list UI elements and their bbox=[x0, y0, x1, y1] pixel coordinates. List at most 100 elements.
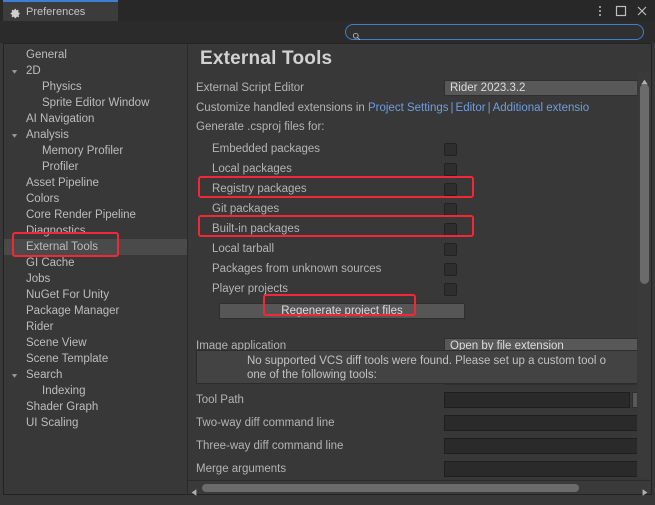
sidebar-item-physics[interactable]: Physics bbox=[4, 79, 187, 95]
tab-label: Preferences bbox=[26, 5, 86, 18]
sidebar-item-scene-view[interactable]: Scene View bbox=[4, 335, 187, 351]
sidebar-item-core-render-pipeline[interactable]: Core Render Pipeline bbox=[4, 207, 187, 223]
close-icon[interactable] bbox=[633, 2, 651, 20]
regenerate-project-files-button[interactable]: Regenerate project files bbox=[219, 303, 465, 319]
vcs-help-line2: one of the following tools: bbox=[247, 369, 377, 381]
merge-arguments-input[interactable] bbox=[444, 461, 637, 477]
settings-sidebar[interactable]: General 2D Physics Sprite Editor Window … bbox=[4, 44, 188, 494]
sidebar-item-indexing[interactable]: Indexing bbox=[4, 383, 187, 399]
main-vertical-scrollbar[interactable] bbox=[638, 72, 651, 478]
external-script-editor-dropdown[interactable]: Rider 2023.3.2 bbox=[444, 80, 637, 96]
sidebar-item-label: Jobs bbox=[26, 273, 51, 285]
merge-arguments-label: Merge arguments bbox=[196, 463, 287, 475]
sidebar-item-label: Diagnostics bbox=[26, 225, 86, 237]
row-player-projects[interactable]: Player projects bbox=[188, 280, 637, 298]
link-additional-extensions[interactable]: Additional extensio bbox=[493, 102, 590, 114]
sidebar-item-shader-graph[interactable]: Shader Graph bbox=[4, 399, 187, 415]
embedded-packages-label: Embedded packages bbox=[212, 143, 321, 155]
sidebar-item-nuget-for-unity[interactable]: NuGet For Unity bbox=[4, 287, 187, 303]
sidebar-item-analysis[interactable]: Analysis bbox=[4, 127, 187, 143]
sidebar-item-jobs[interactable]: Jobs bbox=[4, 271, 187, 287]
sidebar-item-ui-scaling[interactable]: UI Scaling bbox=[4, 415, 187, 431]
sidebar-item-label: Memory Profiler bbox=[42, 145, 124, 157]
chevron-down-icon[interactable] bbox=[10, 131, 19, 140]
chevron-down-icon[interactable] bbox=[10, 67, 19, 76]
link-editor[interactable]: Editor bbox=[456, 102, 486, 114]
scroll-right-arrow-icon[interactable] bbox=[641, 484, 649, 496]
main-horizontal-scrollbar[interactable] bbox=[188, 480, 651, 496]
sidebar-item-search[interactable]: Search bbox=[4, 367, 187, 383]
sidebar-item-diagnostics[interactable]: Diagnostics bbox=[4, 223, 187, 239]
external-script-editor-label: External Script Editor bbox=[196, 82, 305, 94]
embedded-packages-checkbox[interactable] bbox=[444, 142, 457, 156]
unknown-sources-checkbox[interactable] bbox=[444, 262, 457, 276]
sidebar-item-colors[interactable]: Colors bbox=[4, 191, 187, 207]
sidebar-item-general[interactable]: General bbox=[4, 47, 187, 63]
row-customize-extensions: Customize handled extensions in Project … bbox=[188, 99, 637, 117]
sidebar-item-memory-profiler[interactable]: Memory Profiler bbox=[4, 143, 187, 159]
sidebar-item-label: Scene Template bbox=[26, 353, 109, 365]
scroll-up-arrow-icon[interactable] bbox=[640, 73, 649, 85]
maximize-icon[interactable] bbox=[612, 2, 630, 20]
search-input[interactable] bbox=[365, 26, 630, 38]
row-three-way-diff: Three-way diff command line bbox=[188, 437, 637, 455]
local-tarball-label: Local tarball bbox=[212, 243, 275, 255]
preferences-window: Preferences General 2D Physics Sprite Ed… bbox=[0, 0, 655, 505]
row-registry-packages[interactable]: Registry packages bbox=[188, 180, 637, 198]
sidebar-item-ai-navigation[interactable]: AI Navigation bbox=[4, 111, 187, 127]
search-field[interactable] bbox=[345, 24, 644, 40]
row-local-packages[interactable]: Local packages bbox=[188, 160, 637, 178]
row-two-way-diff: Two-way diff command line bbox=[188, 414, 637, 432]
sidebar-item-label: Colors bbox=[26, 193, 60, 205]
local-packages-label: Local packages bbox=[212, 163, 292, 175]
kebab-menu-icon[interactable] bbox=[591, 2, 609, 20]
sidebar-item-external-tools[interactable]: External Tools bbox=[4, 239, 187, 255]
sidebar-item-label: Analysis bbox=[26, 129, 69, 141]
vcs-help-line1: No supported VCS diff tools were found. … bbox=[247, 355, 607, 367]
search-icon bbox=[352, 28, 361, 40]
row-builtin-packages[interactable]: Built-in packages bbox=[188, 220, 637, 238]
sidebar-item-rider[interactable]: Rider bbox=[4, 319, 187, 335]
row-unknown-sources[interactable]: Packages from unknown sources bbox=[188, 260, 637, 278]
two-way-diff-input[interactable] bbox=[444, 415, 637, 431]
three-way-diff-input[interactable] bbox=[444, 438, 637, 454]
scroll-left-arrow-icon[interactable] bbox=[190, 484, 198, 496]
gear-icon bbox=[10, 6, 21, 19]
sidebar-item-profiler[interactable]: Profiler bbox=[4, 159, 187, 175]
regenerate-project-files-label: Regenerate project files bbox=[281, 305, 403, 317]
row-git-packages[interactable]: Git packages bbox=[188, 200, 637, 218]
registry-packages-checkbox[interactable] bbox=[444, 182, 457, 196]
local-packages-checkbox[interactable] bbox=[444, 162, 457, 176]
tab-preferences[interactable]: Preferences bbox=[3, 0, 118, 21]
sidebar-item-label: UI Scaling bbox=[26, 417, 79, 429]
row-csproj-header: Generate .csproj files for: bbox=[188, 118, 637, 136]
vertical-scroll-thumb[interactable] bbox=[640, 84, 649, 284]
sidebar-item-2d[interactable]: 2D bbox=[4, 63, 187, 79]
builtin-packages-label: Built-in packages bbox=[212, 223, 300, 235]
two-way-diff-label: Two-way diff command line bbox=[196, 417, 335, 429]
local-tarball-checkbox[interactable] bbox=[444, 242, 457, 256]
link-project-settings[interactable]: Project Settings bbox=[368, 102, 449, 114]
horizontal-scroll-thumb[interactable] bbox=[202, 484, 579, 492]
sidebar-item-scene-template[interactable]: Scene Template bbox=[4, 351, 187, 367]
player-projects-checkbox[interactable] bbox=[444, 282, 457, 296]
sidebar-item-gi-cache[interactable]: GI Cache bbox=[4, 255, 187, 271]
sidebar-item-package-manager[interactable]: Package Manager bbox=[4, 303, 187, 319]
tool-path-input[interactable] bbox=[444, 392, 630, 408]
sidebar-item-sprite-editor-window[interactable]: Sprite Editor Window bbox=[4, 95, 187, 111]
unknown-sources-label: Packages from unknown sources bbox=[212, 263, 382, 275]
external-script-editor-value: Rider 2023.3.2 bbox=[450, 82, 526, 94]
sidebar-item-label: Profiler bbox=[42, 161, 79, 173]
row-merge-arguments: Merge arguments bbox=[188, 460, 637, 478]
row-embedded-packages[interactable]: Embedded packages bbox=[188, 140, 637, 158]
sidebar-item-label: Core Render Pipeline bbox=[26, 209, 136, 221]
sidebar-item-asset-pipeline[interactable]: Asset Pipeline bbox=[4, 175, 187, 191]
git-packages-checkbox[interactable] bbox=[444, 202, 457, 216]
vcs-help-box: No supported VCS diff tools were found. … bbox=[196, 350, 637, 384]
chevron-down-icon[interactable] bbox=[10, 371, 19, 380]
row-local-tarball[interactable]: Local tarball bbox=[188, 240, 637, 258]
sidebar-item-label: Sprite Editor Window bbox=[42, 97, 150, 109]
builtin-packages-checkbox[interactable] bbox=[444, 222, 457, 236]
tool-path-browse-button[interactable] bbox=[632, 392, 637, 408]
sidebar-item-label: AI Navigation bbox=[26, 113, 95, 125]
